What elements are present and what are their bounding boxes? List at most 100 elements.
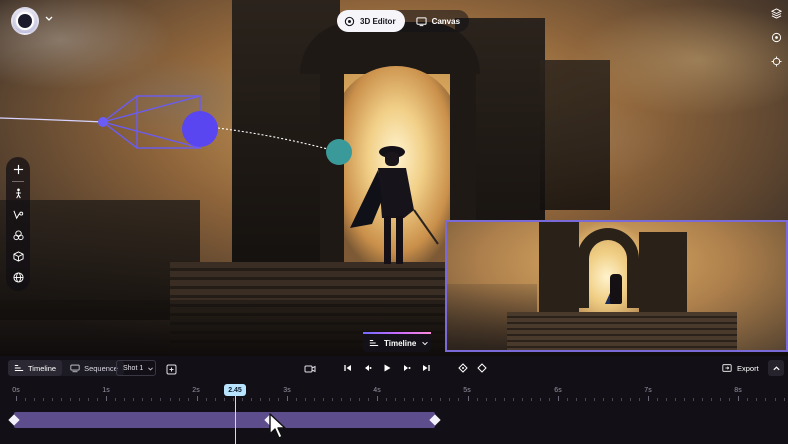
ruler-tick [304, 398, 306, 401]
ruler-tick [350, 398, 352, 401]
camera-preview[interactable] [445, 220, 788, 352]
ruler-tick [584, 398, 586, 401]
orbit-button[interactable] [769, 30, 783, 44]
ruler-tick [449, 398, 451, 401]
environment-tool-button[interactable] [9, 270, 27, 285]
ruler-tick [530, 398, 532, 401]
ruler-tick [684, 398, 686, 401]
ruler-tick [575, 398, 577, 401]
tab-timeline[interactable]: Timeline [8, 360, 63, 376]
shot-select[interactable]: Shot 1 [116, 360, 156, 376]
chevron-down-icon [422, 341, 429, 346]
ruler-tick [250, 398, 252, 401]
ruler-tick [178, 398, 180, 401]
time-ruler[interactable]: 0s 1s 2s 3s 4s 5s 6s 7s 8s [0, 382, 788, 406]
export-label: Export [737, 363, 759, 373]
ruler-tick [70, 398, 72, 401]
previous-keyframe-button[interactable] [361, 362, 373, 374]
ruler-tick [602, 398, 604, 401]
ruler-tick [765, 398, 767, 401]
ruler-tick [566, 398, 568, 401]
tab-timeline-label: Timeline [28, 363, 57, 373]
play-icon [384, 364, 391, 372]
ruler-tick [133, 398, 135, 401]
ruler-tick [738, 396, 740, 401]
ruler-tick [720, 398, 722, 401]
camera-path-tool-button[interactable] [9, 207, 27, 222]
ruler-tick [61, 398, 63, 401]
ruler-tick [485, 398, 487, 401]
export-button[interactable]: Export [716, 360, 765, 376]
keyframe-outline-icon [477, 363, 487, 373]
playhead-line[interactable] [235, 394, 236, 444]
ruler-tick [25, 398, 27, 401]
add-shot-button[interactable] [166, 362, 178, 375]
ruler-tick [503, 398, 505, 401]
timeline-dropdown[interactable]: Timeline [363, 332, 431, 352]
mode-3d-editor-button[interactable]: 3D Editor [337, 10, 405, 32]
ruler-label: 0s [12, 387, 20, 394]
remove-keyframe-button[interactable] [476, 362, 488, 374]
prev-keyframe-icon [365, 365, 372, 371]
ruler-tick [666, 398, 668, 401]
ruler-tick [43, 398, 45, 401]
avatar-face [18, 14, 32, 28]
ruler-tick [639, 398, 641, 401]
ruler-tick [675, 398, 677, 401]
ruler-tick [341, 398, 343, 401]
ruler-tick [151, 398, 153, 401]
ruler-tick [630, 398, 632, 401]
user-avatar[interactable] [11, 7, 39, 35]
monitor-icon [415, 16, 427, 26]
character-tool-button[interactable] [9, 186, 27, 201]
ruler-tick [286, 396, 288, 401]
record-camera-button[interactable] [304, 362, 316, 374]
sequence-icon [70, 364, 80, 373]
crosshair-button[interactable] [769, 54, 783, 68]
ruler-tick [259, 398, 261, 401]
ruler-tick [747, 398, 749, 401]
mode-canvas-label: Canvas [431, 16, 461, 26]
ruler-tick [476, 398, 478, 401]
ruler-tick [52, 398, 54, 401]
play-button[interactable] [381, 362, 393, 374]
ruler-tick [756, 398, 758, 401]
ruler-tick [440, 398, 442, 401]
timeline-icon [14, 365, 24, 371]
collapse-panel-button[interactable] [768, 360, 784, 376]
timeline-toolbar: Timeline Sequence Shot 1 Export [0, 356, 788, 380]
shot-select-value: Shot 1 [123, 364, 144, 372]
mode-canvas-button[interactable]: Canvas [409, 10, 469, 32]
ruler-tick [702, 398, 704, 401]
camera-node-handle[interactable] [182, 111, 218, 147]
keyframe-icon [458, 363, 468, 373]
shot-track-clip[interactable] [14, 412, 435, 428]
next-keyframe-button[interactable] [400, 362, 412, 374]
left-toolbar [6, 157, 30, 291]
ruler-label: 8s [734, 387, 742, 394]
ruler-tick [774, 398, 776, 401]
tab-sequence[interactable]: Sequence [64, 360, 124, 376]
ruler-tick [657, 398, 659, 401]
layers-button[interactable] [769, 6, 783, 20]
next-keyframe-icon [404, 365, 411, 371]
ruler-tick [557, 396, 559, 401]
objects-tool-button[interactable] [9, 228, 27, 243]
chevron-down-icon[interactable] [44, 13, 56, 25]
playhead-time[interactable]: 2.45 [224, 384, 246, 396]
cube-tool-button[interactable] [9, 249, 27, 264]
ruler-tick [648, 396, 650, 401]
path-node-teal[interactable] [326, 139, 352, 165]
skip-to-end-button[interactable] [420, 362, 432, 374]
ruler-tick [169, 398, 171, 401]
mode-3d-editor-label: 3D Editor [360, 16, 396, 26]
add-keyframe-button[interactable] [457, 362, 469, 374]
skip-to-start-button[interactable] [342, 362, 354, 374]
gizmo-icon [344, 16, 355, 26]
add-shot-icon [166, 364, 177, 375]
add-icon [13, 164, 23, 175]
camera-path-dashed [217, 127, 340, 153]
export-icon [722, 364, 732, 372]
add-button[interactable] [9, 162, 27, 177]
ruler-tick [332, 398, 334, 401]
